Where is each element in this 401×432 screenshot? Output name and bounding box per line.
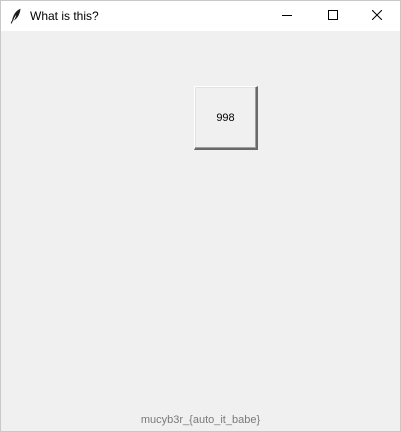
close-icon	[371, 7, 383, 25]
footer-label: mucyb3r_{auto_it_babe}	[140, 414, 261, 426]
maximize-icon	[328, 7, 338, 25]
title-bar[interactable]: What is this?	[1, 1, 400, 31]
window-title: What is this?	[30, 9, 99, 23]
window-content: 998 mucyb3r_{auto_it_babe}	[1, 31, 400, 431]
minimize-button[interactable]	[264, 1, 310, 31]
feather-icon	[10, 8, 22, 24]
number-button[interactable]: 998	[194, 86, 258, 150]
number-button-label: 998	[216, 111, 235, 124]
app-window: What is this? 998 mucyb3r_{auto_it_babe}	[0, 0, 401, 432]
maximize-button[interactable]	[310, 1, 356, 31]
minimize-icon	[282, 7, 292, 25]
close-button[interactable]	[354, 1, 400, 31]
